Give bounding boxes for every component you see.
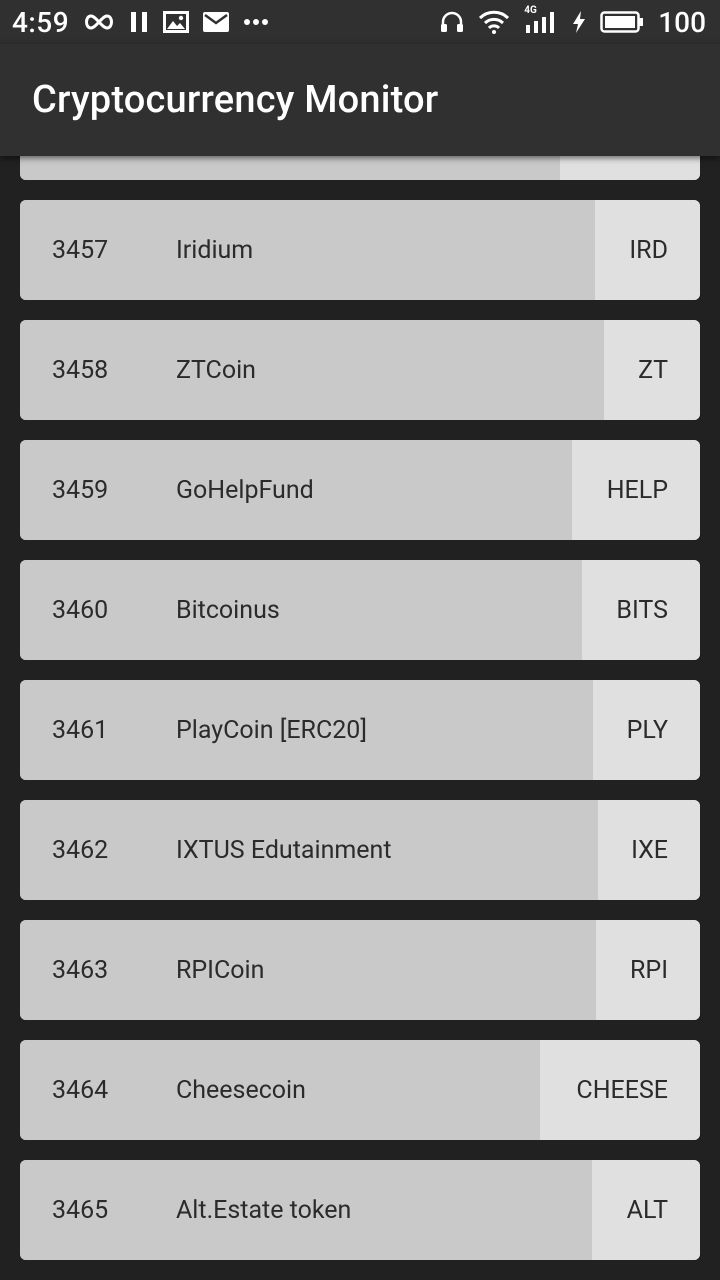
coin-rank: 3464 — [52, 1075, 109, 1105]
status-bar-right: 4G 100 — [440, 5, 706, 39]
coin-rank: 3459 — [52, 475, 109, 505]
coin-row-main: 3457 Iridium — [20, 200, 596, 300]
coin-row-main: 3462 IXTUS Edutainment — [20, 800, 598, 900]
coin-rank: 3462 — [52, 835, 109, 865]
coin-row-main — [20, 156, 560, 180]
coin-row[interactable]: 3457 Iridium IRD — [20, 200, 700, 300]
pause-icon — [129, 11, 149, 33]
coin-row[interactable]: 3463 RPICoin RPI — [20, 920, 700, 1020]
coin-name: IXTUS Edutainment — [176, 835, 392, 865]
coin-row[interactable]: 3458 ZTCoin ZT — [20, 320, 700, 420]
coin-row-main: 3465 Alt.Estate token — [20, 1160, 592, 1260]
coin-symbol: ZT — [604, 320, 700, 420]
coin-name: GoHelpFund — [176, 475, 314, 505]
coin-row-main: 3463 RPICoin — [20, 920, 596, 1020]
mail-icon — [203, 12, 230, 32]
status-time: 4:59 — [12, 5, 70, 39]
coin-row[interactable]: 3465 Alt.Estate token ALT — [20, 1160, 700, 1260]
infinity-icon — [83, 12, 115, 32]
coin-name: Alt.Estate token — [176, 1195, 352, 1225]
coin-symbol: ALT — [591, 1160, 700, 1260]
coin-row[interactable]: 3460 Bitcoinus BITS — [20, 560, 700, 660]
network-type: 4G — [524, 5, 537, 16]
coin-row-main: 3461 PlayCoin [ERC20] — [20, 680, 594, 780]
headphones-icon — [440, 11, 464, 33]
coin-symbol: PLY — [593, 680, 700, 780]
coin-name: Bitcoinus — [176, 595, 280, 625]
wifi-icon — [478, 10, 510, 34]
coin-name: ZTCoin — [176, 355, 256, 385]
app-bar: Cryptocurrency Monitor — [0, 44, 720, 156]
coin-rank: 3465 — [52, 1195, 109, 1225]
app-title: Cryptocurrency Monitor — [32, 78, 439, 122]
charging-icon — [572, 11, 586, 33]
more-dots-icon — [243, 18, 269, 26]
coin-rank: 3463 — [52, 955, 109, 985]
coin-row[interactable]: 3459 GoHelpFund HELP — [20, 440, 700, 540]
coin-row[interactable]: 3464 Cheesecoin CHEESE — [20, 1040, 700, 1140]
coin-name: PlayCoin [ERC20] — [176, 715, 367, 745]
coin-rank: 3460 — [52, 595, 109, 625]
coin-name: Iridium — [176, 235, 254, 265]
coin-row-main: 3460 Bitcoinus — [20, 560, 582, 660]
battery-icon — [600, 11, 644, 33]
coin-symbol: HELP — [572, 440, 700, 540]
status-bar: 4:59 4G 100 — [0, 0, 720, 44]
coin-row-main: 3459 GoHelpFund — [20, 440, 573, 540]
coin-name: Cheesecoin — [176, 1075, 306, 1105]
status-bar-left: 4:59 — [12, 6, 269, 39]
coin-name: RPICoin — [176, 955, 265, 985]
coin-symbol — [559, 156, 700, 180]
coin-row[interactable]: 3461 PlayCoin [ERC20] PLY — [20, 680, 700, 780]
coin-row[interactable]: 3462 IXTUS Edutainment IXE — [20, 800, 700, 900]
coin-symbol: IRD — [595, 200, 700, 300]
coin-symbol: CHEESE — [540, 1040, 700, 1140]
coin-row[interactable] — [20, 156, 700, 180]
signal-icon: 4G — [524, 5, 558, 33]
battery-percentage: 100 — [658, 5, 706, 39]
coin-rank: 3461 — [52, 715, 109, 745]
coin-symbol: RPI — [595, 920, 700, 1020]
coin-rank: 3458 — [52, 355, 109, 385]
coin-rank: 3457 — [52, 235, 109, 265]
coin-list[interactable]: 3457 Iridium IRD 3458 ZTCoin ZT 3459 GoH… — [0, 156, 720, 1280]
coin-row-main: 3458 ZTCoin — [20, 320, 605, 420]
image-icon — [163, 11, 190, 33]
coin-symbol: IXE — [598, 800, 700, 900]
coin-symbol: BITS — [581, 560, 700, 660]
coin-row-main: 3464 Cheesecoin — [20, 1040, 541, 1140]
